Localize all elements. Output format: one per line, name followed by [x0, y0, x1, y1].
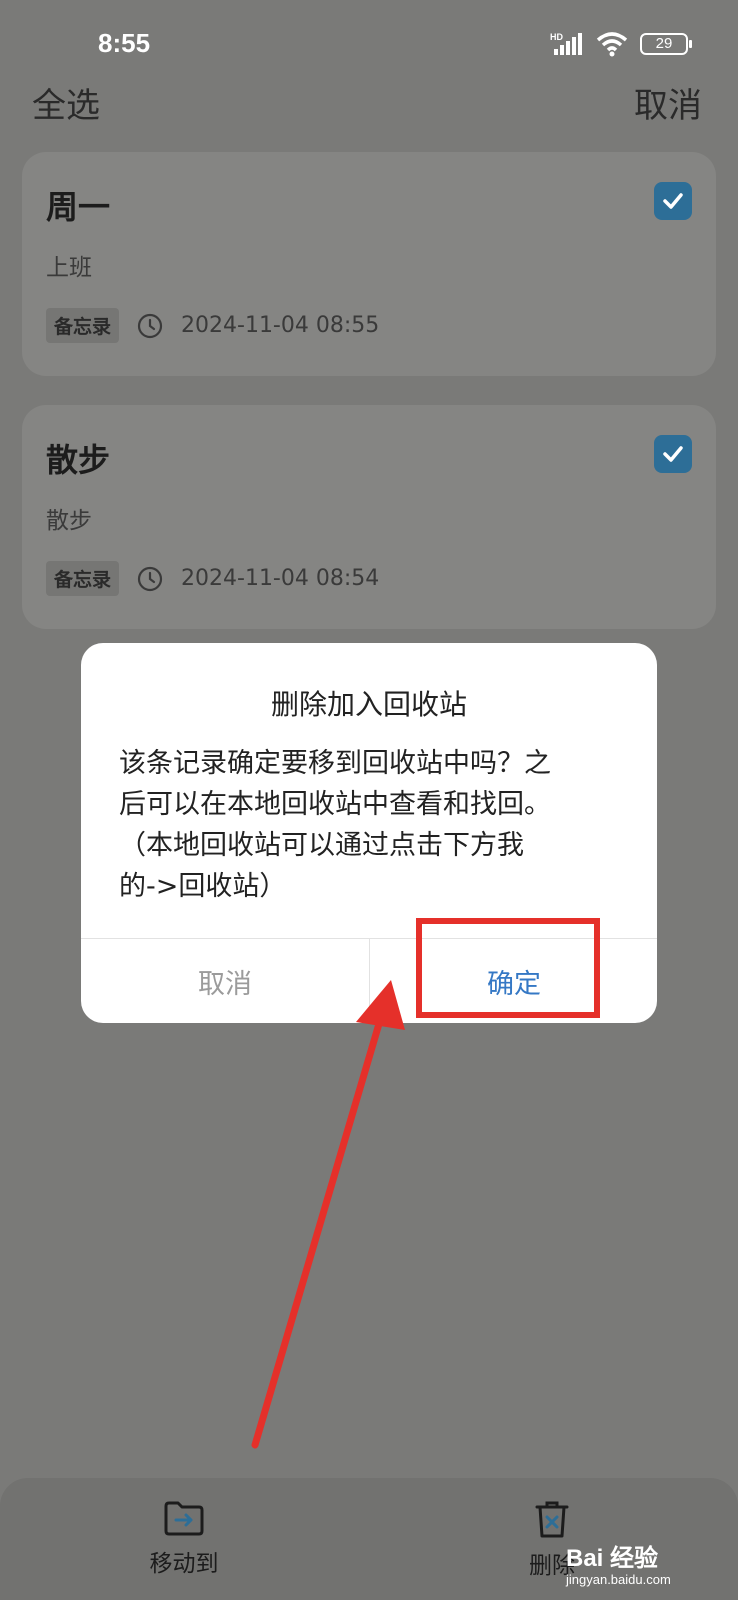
folder-move-icon	[164, 1501, 204, 1536]
note-meta: 备忘录 2024-11-04 08:54	[46, 561, 379, 596]
dialog-message: 该条记录确定要移到回收站中吗？之 后可以在本地回收站中查看和找回。 （本地回收站…	[119, 743, 619, 907]
dialog-message-line: （本地回收站可以通过点击下方我	[119, 830, 524, 861]
note-date: 2024-11-04 08:55	[181, 313, 380, 338]
dialog-cancel-button[interactable]: 取消	[81, 939, 369, 1023]
check-icon	[663, 446, 683, 462]
network-label: HD	[550, 32, 563, 42]
note-body: 散步	[46, 508, 92, 534]
note-title: 散步	[46, 441, 111, 479]
top-bar: 全选 取消	[0, 78, 738, 138]
clock-icon	[137, 566, 163, 591]
dialog-message-line: 该条记录确定要移到回收站中吗？之	[119, 748, 551, 779]
watermark-brand: Bai 经验	[566, 1545, 659, 1572]
confirm-highlight-box	[416, 918, 600, 1018]
note-body: 上班	[46, 255, 92, 281]
status-time: 8:55	[98, 28, 151, 58]
note-checkbox[interactable]	[654, 435, 692, 473]
dialog-message-line: 的->回收站）	[119, 871, 287, 902]
cancel-selection-button[interactable]: 取消	[634, 78, 702, 127]
signal-icon: HD	[550, 32, 582, 55]
check-icon	[663, 193, 683, 209]
dialog-message-line: 后可以在本地回收站中查看和找回。	[119, 789, 551, 820]
note-checkbox[interactable]	[654, 182, 692, 220]
note-meta: 备忘录 2024-11-04 08:55	[46, 308, 379, 343]
move-to-label: 移动到	[149, 1551, 219, 1577]
status-icons: HD 29	[550, 30, 692, 58]
battery-level: 29	[655, 35, 673, 52]
select-all-button[interactable]: 全选	[32, 78, 100, 127]
dialog-title: 删除加入回收站	[270, 688, 467, 721]
note-tag: 备忘录	[46, 561, 120, 596]
wifi-icon	[596, 32, 628, 57]
note-card[interactable]: 周一 上班 备忘录 2024-11-04 08:55	[22, 152, 716, 376]
note-tag: 备忘录	[46, 308, 120, 343]
trash-icon	[535, 1501, 569, 1538]
watermark-url: jingyan.baidu.com	[566, 1572, 671, 1587]
status-bar: 8:55 HD 29	[0, 0, 738, 80]
note-date: 2024-11-04 08:54	[181, 566, 380, 591]
note-card[interactable]: 散步 散步 备忘录 2024-11-04 08:54	[22, 405, 716, 629]
clock-icon	[137, 313, 163, 338]
note-title: 周一	[46, 188, 111, 226]
move-to-button[interactable]: 移动到	[114, 1498, 254, 1578]
battery-icon: 29	[640, 33, 692, 55]
